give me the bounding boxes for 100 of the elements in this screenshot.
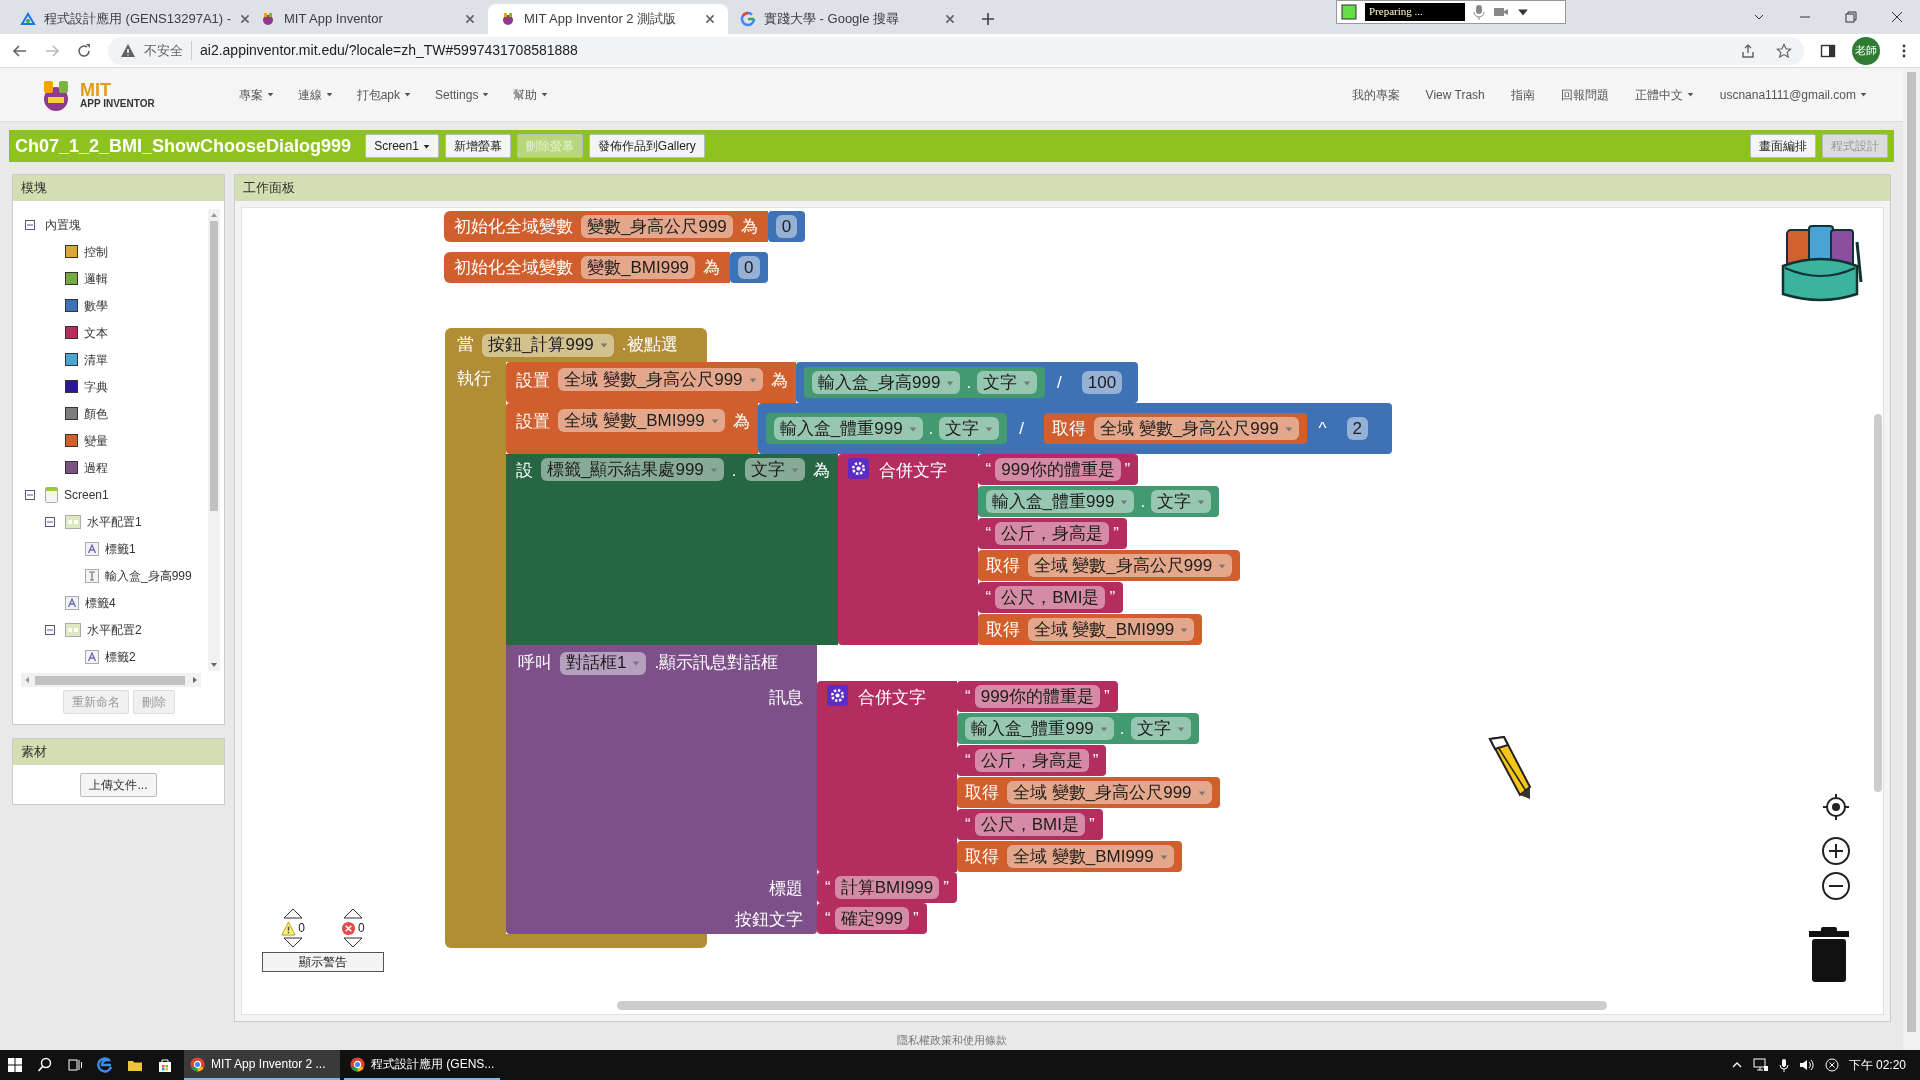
scrollbar-thumb[interactable] (1874, 414, 1882, 792)
tree-item[interactable]: 邏輯 (84, 269, 108, 288)
menu-item[interactable]: 指南 (1510, 85, 1535, 104)
variable-dropdown[interactable]: 全域 變數_BMI999 (1027, 618, 1195, 641)
close-icon[interactable] (239, 13, 252, 25)
variable-dropdown[interactable]: 全域 變數_BMI999 (558, 409, 725, 432)
zoom-in-icon[interactable] (1821, 836, 1851, 866)
join-block[interactable]: 合併文字 (837, 454, 978, 645)
number-field[interactable]: 0 (775, 215, 798, 238)
text-block[interactable]: “ 999你的體重是 ” (977, 454, 1139, 485)
text-field[interactable]: 確定999 (834, 907, 910, 930)
collapse-icon[interactable] (25, 219, 35, 230)
menu-item[interactable]: 專案 (238, 85, 274, 104)
scroll-down-icon[interactable] (210, 661, 218, 669)
browser-tab[interactable]: MIT App Inventor 2 測試版 (488, 4, 728, 34)
back-icon[interactable] (12, 42, 28, 59)
show-warnings-button[interactable]: 顯示警告 (262, 952, 384, 972)
menu-item[interactable]: 正體中文 (1634, 85, 1694, 104)
taskbar-button[interactable]: 程式設計應用 (GENS... (344, 1050, 500, 1080)
component-dropdown[interactable]: 輸入盒_體重999 (965, 717, 1114, 740)
menu-item[interactable]: 打包apk (356, 85, 411, 104)
tree-item[interactable]: 水平配置1 (87, 512, 142, 531)
sidebar-icon[interactable] (1820, 42, 1836, 59)
down-arrow-icon[interactable] (283, 937, 304, 948)
scrollbar-thumb[interactable] (35, 675, 185, 685)
property-getter-block[interactable]: 輸入盒_體重999 . 文字 (765, 413, 1008, 444)
text-block[interactable]: “ 公斤，身高是 ” (957, 745, 1107, 776)
text-field[interactable]: 公斤，身高是 (974, 749, 1089, 772)
scroll-right-icon[interactable] (191, 676, 199, 684)
clock[interactable]: 下午 02:20 (1848, 1056, 1906, 1074)
tree-item[interactable]: 字典 (84, 377, 108, 396)
menu-item[interactable]: 幫助 (513, 85, 549, 104)
text-block[interactable]: “ 計算BMI999 ” (817, 872, 957, 903)
up-arrow-icon[interactable] (283, 908, 304, 919)
microphone-icon[interactable] (1778, 1058, 1789, 1072)
trash-icon[interactable] (1807, 925, 1851, 983)
menu-item[interactable]: uscnana1111@gmail.com (1719, 85, 1867, 104)
scrollbar-thumb[interactable] (1907, 72, 1916, 1032)
profile-avatar[interactable]: 老師 (1852, 36, 1880, 65)
footer-link[interactable]: 隱私權政策和使用條款 (896, 1031, 1007, 1048)
property-dropdown[interactable]: 文字 (977, 371, 1038, 394)
share-icon[interactable] (1740, 42, 1756, 59)
variable-dropdown[interactable]: 全域 變數_身高公尺999 (558, 368, 763, 391)
tree-item[interactable]: 標籤4 (85, 593, 116, 612)
component-dropdown[interactable]: 輸入盒_身高999 (811, 371, 961, 394)
get-variable-block[interactable]: 取得 全域 變數_身高公尺999 (1044, 413, 1307, 444)
property-dropdown[interactable]: 文字 (939, 417, 1000, 440)
upload-button[interactable]: 上傳文件... (80, 772, 157, 797)
method-call-block[interactable] (506, 645, 817, 934)
collapse-icon[interactable] (45, 624, 55, 635)
tree-item[interactable]: 標籤1 (105, 539, 136, 558)
gear-icon[interactable] (827, 685, 848, 706)
text-field[interactable]: 計算BMI999 (834, 876, 940, 899)
get-variable-block[interactable]: 取得 全域 變數_BMI999 (977, 614, 1203, 645)
set-variable-block[interactable]: 設置 全域 變數_身高公尺999 為 (506, 362, 796, 403)
network-icon[interactable] (1752, 1058, 1769, 1072)
tree-item[interactable]: 清單 (84, 350, 108, 369)
tree-item[interactable]: 變量 (84, 431, 108, 450)
volume-icon[interactable] (1798, 1058, 1815, 1072)
initialize-variable-block[interactable]: 初始化全域變數 變數_BMI999 為 (444, 252, 731, 283)
text-block[interactable]: “ 999你的體重是 ” (957, 681, 1118, 712)
variable-name-field[interactable]: 變數_身高公尺999 (581, 215, 733, 238)
text-field[interactable]: 公尺，BMI是 (974, 813, 1085, 836)
menu-item[interactable]: Settings (435, 85, 490, 104)
zoom-out-icon[interactable] (1821, 871, 1851, 901)
tree-item[interactable]: 數學 (84, 296, 108, 315)
number-field[interactable]: 0 (738, 256, 760, 279)
number-field[interactable]: 100 (1081, 371, 1123, 394)
close-icon[interactable] (944, 13, 956, 25)
task-view-icon[interactable] (67, 1057, 83, 1073)
text-block[interactable]: “ 確定999 ” (817, 903, 927, 934)
property-getter-block[interactable]: 輸入盒_體重999 . 文字 (957, 713, 1199, 744)
scrollbar-thumb[interactable] (617, 1001, 1607, 1010)
close-icon[interactable] (704, 13, 716, 25)
scrollbar-thumb[interactable] (210, 221, 218, 511)
close-icon[interactable] (464, 13, 476, 25)
set-property-block[interactable]: 設 標籤_顯示結果處999 . 文字 為 (506, 454, 838, 645)
property-dropdown[interactable]: 文字 (744, 458, 805, 481)
get-variable-block[interactable]: 取得 全域 變數_身高公尺999 (977, 550, 1241, 581)
view-tab[interactable]: 畫面編排 (1750, 134, 1816, 158)
get-variable-block[interactable]: 取得 全域 變數_BMI999 (957, 841, 1182, 872)
number-field[interactable]: 2 (1346, 417, 1369, 440)
tree-item[interactable]: Screen1 (64, 485, 109, 504)
component-dropdown[interactable]: 按鈕_計算999 (482, 333, 614, 357)
browser-tab[interactable]: 程式設計應用 (GENS13297A1) - (8, 4, 248, 34)
menu-item[interactable]: 我的專案 (1351, 85, 1400, 104)
browser-tab[interactable]: MIT App Inventor (248, 4, 488, 34)
tree-item[interactable]: 過程 (84, 458, 108, 477)
collapse-icon[interactable] (45, 516, 55, 527)
number-block[interactable]: 0 (767, 211, 806, 242)
property-dropdown[interactable]: 文字 (1151, 490, 1212, 513)
menu-item[interactable]: View Trash (1425, 85, 1485, 104)
text-field[interactable]: 999你的體重是 (995, 458, 1121, 481)
toolbar-button[interactable]: 新增螢幕 (444, 134, 511, 158)
component-dropdown[interactable]: 輸入盒_體重999 (985, 490, 1135, 513)
join-block[interactable]: 合併文字 (817, 681, 957, 872)
tree-item[interactable]: 文本 (84, 323, 108, 342)
reload-icon[interactable] (76, 42, 92, 59)
component-dropdown[interactable]: 標籤_顯示結果處999 (541, 458, 724, 481)
text-block[interactable]: “ 公斤，身高是 ” (977, 518, 1127, 549)
